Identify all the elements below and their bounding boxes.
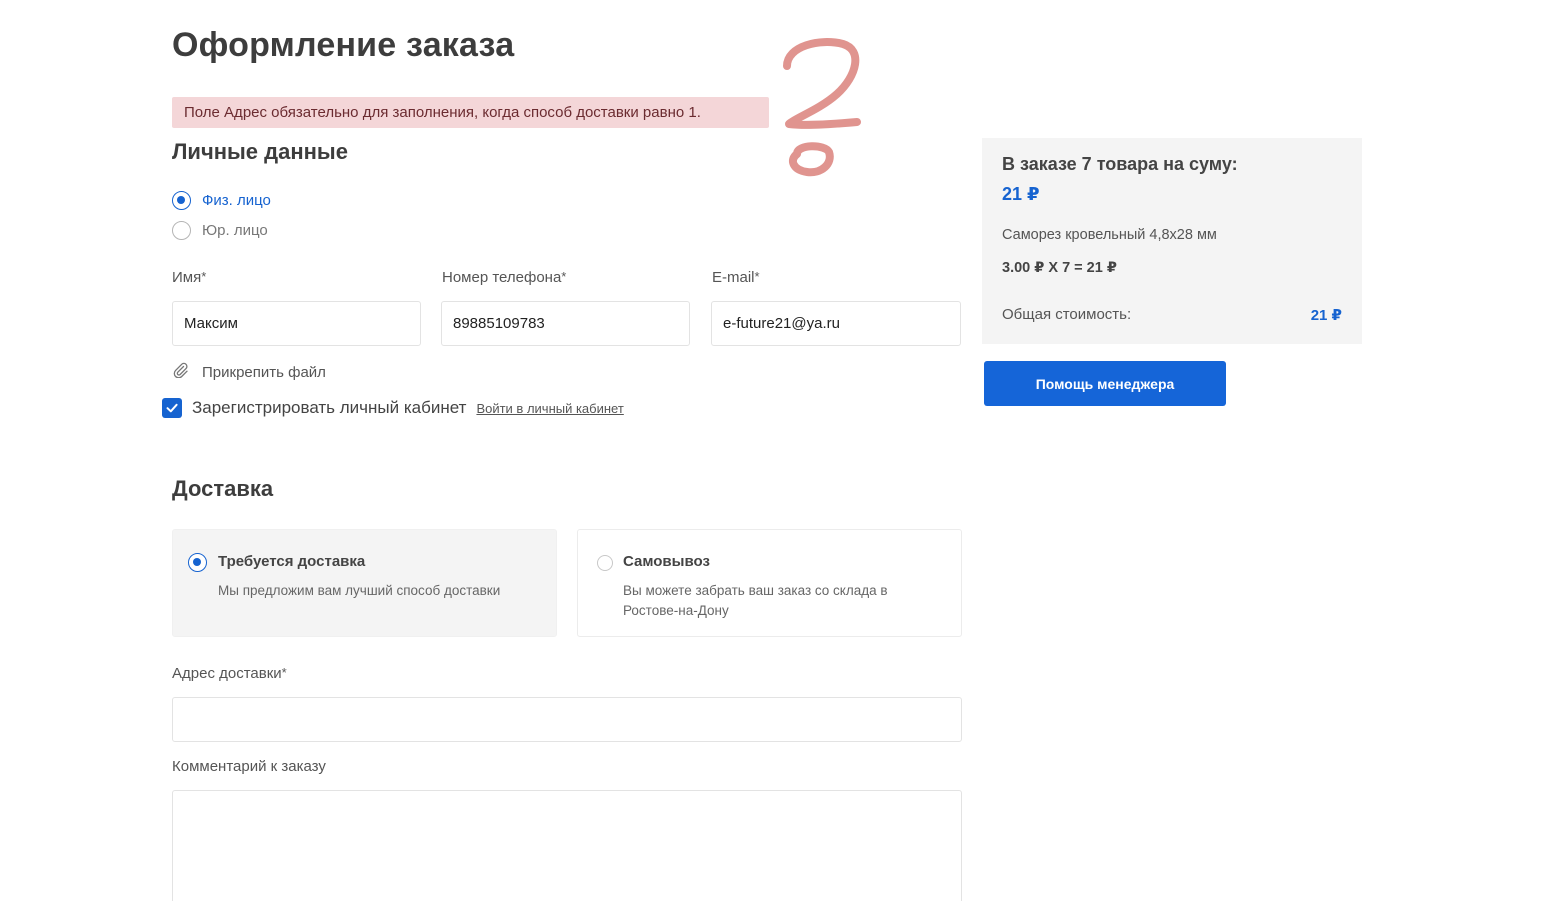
delivery-option-description: Вы можете забрать ваш заказ со склада в … bbox=[623, 583, 888, 618]
person-type-individual[interactable]: Физ. лицо bbox=[172, 190, 271, 210]
address-label: Адрес доставки* bbox=[172, 665, 287, 682]
delivery-option-pickup[interactable]: Самовывоз Вы можете забрать ваш заказ со… bbox=[577, 529, 962, 637]
page-title: Оформление заказа bbox=[172, 26, 515, 64]
register-checkbox[interactable] bbox=[162, 398, 182, 418]
paperclip-icon bbox=[172, 361, 189, 383]
radio-selected-icon[interactable] bbox=[188, 553, 207, 572]
phone-label: Номер телефона* bbox=[442, 269, 567, 286]
login-link[interactable]: Войти в личный кабинет bbox=[476, 401, 623, 416]
register-row: Зарегистрировать личный кабинет Войти в … bbox=[162, 398, 624, 418]
person-type-label: Юр. лицо bbox=[202, 221, 268, 239]
radio-selected-icon[interactable] bbox=[172, 190, 191, 210]
checkmark-icon bbox=[166, 403, 178, 413]
summary-item-calc: 3.00 ₽ X 7 = 21 ₽ bbox=[1002, 260, 1117, 276]
phone-field[interactable]: 89885109783 bbox=[441, 301, 690, 346]
attach-file-label: Прикрепить файл bbox=[202, 363, 326, 381]
comment-label: Комментарий к заказу bbox=[172, 758, 326, 775]
error-alert: Поле Адрес обязательно для заполнения, к… bbox=[172, 97, 769, 128]
name-field[interactable]: Максим bbox=[172, 301, 421, 346]
handwritten-annotation bbox=[783, 38, 861, 177]
radio-unselected-icon[interactable] bbox=[597, 555, 613, 571]
manager-help-button[interactable]: Помощь менеджера bbox=[984, 361, 1226, 406]
address-field[interactable] bbox=[172, 697, 962, 742]
person-type-label: Физ. лицо bbox=[202, 191, 271, 209]
total-cost-value: 21 ₽ bbox=[1310, 307, 1342, 324]
personal-data-heading: Личные данные bbox=[172, 139, 348, 164]
email-label: E-mail* bbox=[712, 269, 760, 286]
order-summary-panel: В заказе 7 товара на суму: 21 ₽ Саморез … bbox=[982, 138, 1362, 344]
delivery-heading: Доставка bbox=[172, 476, 274, 501]
summary-title: В заказе 7 товара на суму: bbox=[1002, 154, 1238, 174]
attach-file-link[interactable]: Прикрепить файл bbox=[172, 361, 326, 383]
delivery-option-title: Самовывоз bbox=[623, 553, 710, 570]
radio-unselected-icon[interactable] bbox=[172, 220, 191, 240]
email-field[interactable]: e-future21@ya.ru bbox=[711, 301, 961, 346]
total-cost-label: Общая стоимость: bbox=[1002, 306, 1132, 323]
delivery-option-title: Требуется доставка bbox=[218, 553, 366, 570]
comment-textarea[interactable] bbox=[172, 790, 962, 901]
delivery-option-description: Мы предложим вам лучший способ доставки bbox=[218, 583, 501, 598]
summary-total: 21 ₽ bbox=[1002, 184, 1040, 204]
person-type-legal[interactable]: Юр. лицо bbox=[172, 220, 268, 240]
delivery-option-courier[interactable]: Требуется доставка Мы предложим вам лучш… bbox=[172, 529, 557, 637]
name-label: Имя* bbox=[172, 269, 207, 286]
register-label: Зарегистрировать личный кабинет bbox=[192, 398, 467, 417]
summary-item-name: Саморез кровельный 4,8х28 мм bbox=[1002, 227, 1217, 243]
